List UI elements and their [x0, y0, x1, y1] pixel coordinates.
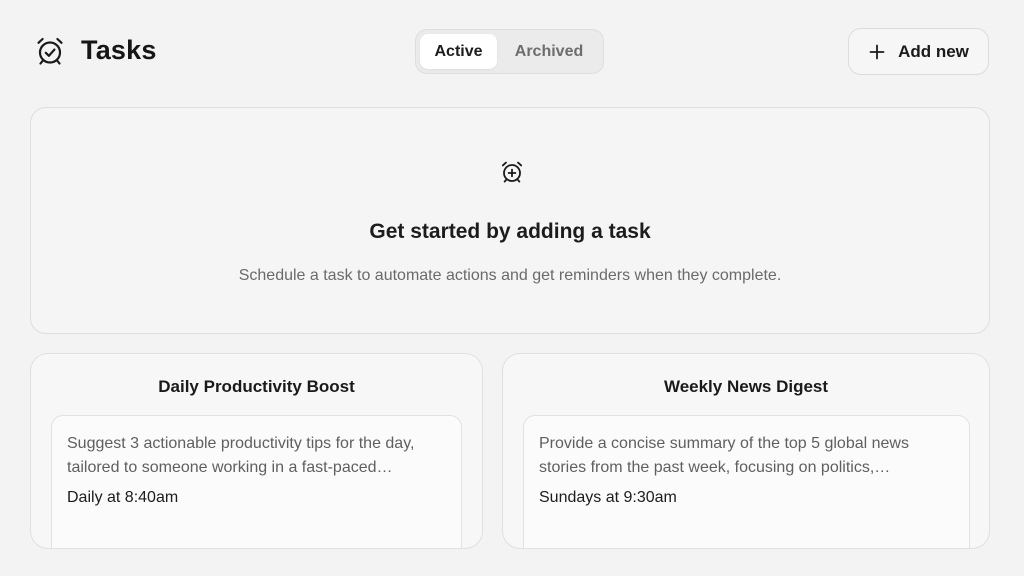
- empty-state-subtitle: Schedule a task to automate actions and …: [238, 267, 782, 284]
- empty-state-card: Get started by adding a task Schedule a …: [30, 107, 990, 334]
- task-schedule: Daily at 8:40am: [67, 489, 179, 506]
- page-title: Tasks: [81, 35, 157, 65]
- plus-icon: [869, 44, 885, 59]
- task-details: Provide a concise summary of the top 5 g…: [523, 415, 970, 548]
- add-new-button[interactable]: Add new: [848, 28, 989, 75]
- page-header: Tasks Active Archived Add new: [0, 0, 1024, 104]
- brand: Tasks: [35, 35, 157, 66]
- tab-archived[interactable]: Archived: [501, 34, 597, 69]
- task-card-daily-productivity-boost[interactable]: Daily Productivity Boost Suggest 3 actio…: [30, 353, 483, 549]
- task-details: Suggest 3 actionable productivity tips f…: [51, 415, 462, 548]
- alarm-clock-plus-icon: [501, 161, 523, 183]
- tab-active[interactable]: Active: [420, 34, 497, 69]
- task-card-weekly-news-digest[interactable]: Weekly News Digest Provide a concise sum…: [502, 353, 990, 549]
- task-schedule: Sundays at 9:30am: [539, 489, 677, 506]
- add-new-label: Add new: [898, 41, 969, 61]
- task-description: Provide a concise summary of the top 5 g…: [539, 435, 909, 476]
- task-description: Suggest 3 actionable productivity tips f…: [67, 435, 415, 476]
- alarm-clock-check-icon: [37, 37, 63, 65]
- status-tab-switcher: Active Archived: [415, 29, 604, 74]
- empty-state-title: Get started by adding a task: [369, 220, 651, 243]
- task-title: Weekly News Digest: [663, 377, 829, 396]
- task-title: Daily Productivity Boost: [158, 377, 355, 396]
